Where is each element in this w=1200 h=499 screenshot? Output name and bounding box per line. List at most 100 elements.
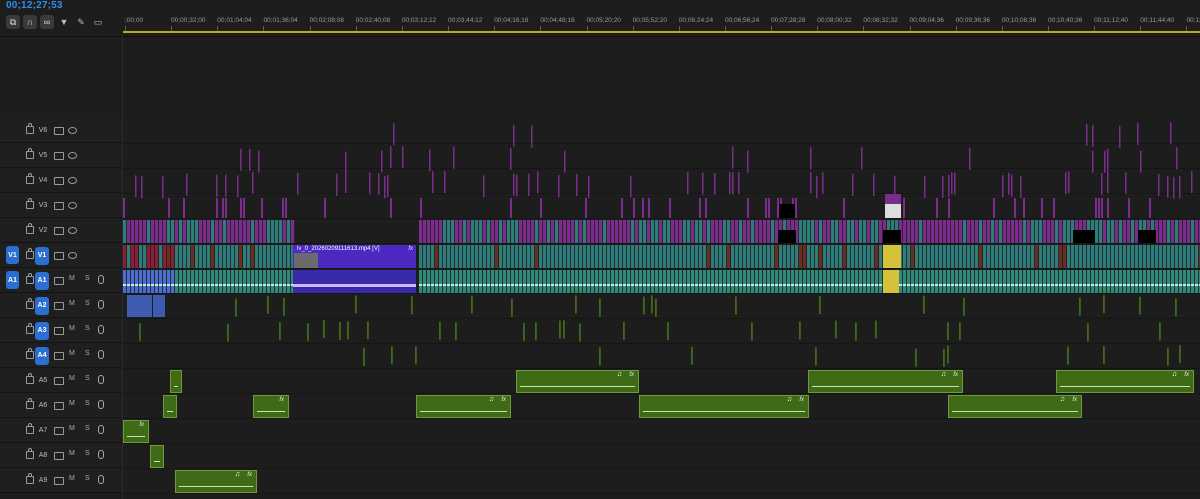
a1-clip[interactable] (1127, 270, 1131, 293)
audio-waveform[interactable] (451, 284, 455, 286)
adjustment-clip[interactable] (969, 148, 971, 171)
adjustment-clip[interactable] (1101, 173, 1103, 196)
v1-clip[interactable] (683, 245, 687, 268)
v2-clip[interactable] (615, 220, 619, 243)
v2-clip[interactable] (771, 220, 775, 243)
v2-clip[interactable] (271, 220, 275, 243)
a1-clip[interactable] (799, 270, 803, 293)
audio-clip[interactable] (323, 320, 325, 339)
mute-button[interactable]: M (69, 475, 75, 482)
v1-clip[interactable] (815, 245, 819, 268)
v2-clip[interactable] (907, 220, 911, 243)
audio-waveform[interactable] (423, 284, 427, 286)
adjustment-clip[interactable] (810, 171, 812, 194)
audio-waveform[interactable] (1075, 284, 1079, 286)
microphone-icon[interactable] (98, 300, 104, 309)
a1-clip[interactable] (623, 270, 627, 293)
a1-clip[interactable] (503, 270, 507, 293)
mute-button[interactable]: M (69, 375, 75, 382)
v2-clip[interactable] (1007, 220, 1011, 243)
a1-clip[interactable] (1031, 270, 1035, 293)
v1-clip[interactable] (927, 245, 931, 268)
audio-clip[interactable] (1079, 297, 1081, 316)
v1-clip[interactable] (827, 245, 831, 268)
audio-waveform[interactable] (255, 284, 259, 286)
audio-waveform[interactable] (1123, 284, 1127, 286)
audio-waveform[interactable] (551, 284, 555, 286)
adjustment-clip[interactable] (1068, 171, 1070, 194)
v2-clip[interactable] (699, 220, 703, 243)
adjustment-clip[interactable] (585, 198, 587, 218)
a1-clip[interactable] (1183, 270, 1187, 293)
v2-clip[interactable] (623, 220, 627, 243)
v1-clip[interactable] (711, 245, 715, 268)
a1-clip[interactable] (831, 270, 835, 293)
audio-waveform[interactable] (263, 284, 267, 286)
v2-clip[interactable] (703, 220, 707, 243)
mute-button[interactable]: M (69, 275, 75, 282)
adjustment-clip[interactable] (513, 173, 515, 196)
v1-clip[interactable] (1107, 245, 1111, 268)
v2-clip[interactable] (851, 220, 855, 243)
audio-waveform[interactable] (215, 284, 219, 286)
v2-clip[interactable] (439, 220, 443, 243)
v1-clip[interactable] (687, 245, 691, 268)
a1-clip[interactable] (1115, 270, 1119, 293)
adjustment-clip[interactable] (510, 198, 512, 218)
v2-clip[interactable] (199, 220, 203, 243)
audio-waveform[interactable] (555, 284, 559, 286)
audio-waveform[interactable] (211, 284, 215, 286)
adjustment-clip[interactable] (483, 175, 485, 198)
v1-clip[interactable] (579, 245, 583, 268)
audio-waveform[interactable] (639, 284, 643, 286)
a1-clip[interactable] (475, 270, 479, 293)
v1-clip[interactable] (591, 245, 595, 268)
a1-clip[interactable] (863, 270, 867, 293)
v2-clip[interactable] (1115, 220, 1119, 243)
v1-clip[interactable] (631, 245, 635, 268)
v1-clip[interactable] (287, 245, 291, 268)
a1-clip[interactable] (1139, 270, 1143, 293)
v2-clip[interactable] (451, 220, 455, 243)
adjustment-clip[interactable] (1092, 150, 1094, 173)
v2-clip[interactable] (663, 220, 667, 243)
v2-clip[interactable] (1131, 220, 1135, 243)
v2-clip[interactable] (423, 220, 427, 243)
audio-waveform[interactable] (1119, 284, 1123, 286)
audio-waveform[interactable] (703, 284, 707, 286)
v2-clip[interactable] (963, 220, 967, 243)
a1-clip[interactable] (903, 270, 907, 293)
v2-clip[interactable] (819, 220, 823, 243)
lock-icon[interactable] (26, 423, 34, 434)
a1-clip[interactable] (259, 270, 263, 293)
audio-waveform[interactable] (531, 284, 535, 286)
adjustment-clip[interactable] (1011, 174, 1013, 197)
adjustment-clip[interactable] (387, 175, 389, 198)
adjustment-clip[interactable] (168, 198, 170, 218)
v1-clip[interactable] (259, 245, 263, 268)
audio-waveform[interactable] (1159, 284, 1163, 286)
v2-clip[interactable] (1127, 220, 1131, 243)
v2-clip[interactable] (1095, 220, 1099, 243)
track-header-a9[interactable]: A9 M S (0, 469, 122, 493)
v1-clip[interactable] (619, 245, 623, 268)
v1-clip[interactable] (1131, 245, 1135, 268)
v1-clip[interactable] (523, 245, 527, 268)
a1-clip[interactable] (923, 270, 927, 293)
a1-clip[interactable] (155, 270, 159, 293)
a1-clip[interactable] (1123, 270, 1127, 293)
v2-clip[interactable] (283, 220, 287, 243)
lock-icon[interactable] (26, 398, 34, 409)
adjustment-clip[interactable] (216, 198, 218, 218)
adjustment-clip[interactable] (390, 146, 392, 169)
track-header-a4[interactable]: A4 M S (0, 344, 122, 368)
v1-clip[interactable] (567, 245, 571, 268)
v1-clip[interactable] (243, 245, 247, 268)
v2-clip[interactable] (279, 220, 283, 243)
a1-clip[interactable] (943, 270, 947, 293)
adjustment-clip[interactable] (249, 148, 251, 171)
adjustment-clip[interactable] (258, 150, 260, 173)
solo-button[interactable]: S (85, 325, 90, 332)
a1-clip[interactable] (1047, 270, 1051, 293)
v1-clip[interactable] (1067, 245, 1071, 268)
